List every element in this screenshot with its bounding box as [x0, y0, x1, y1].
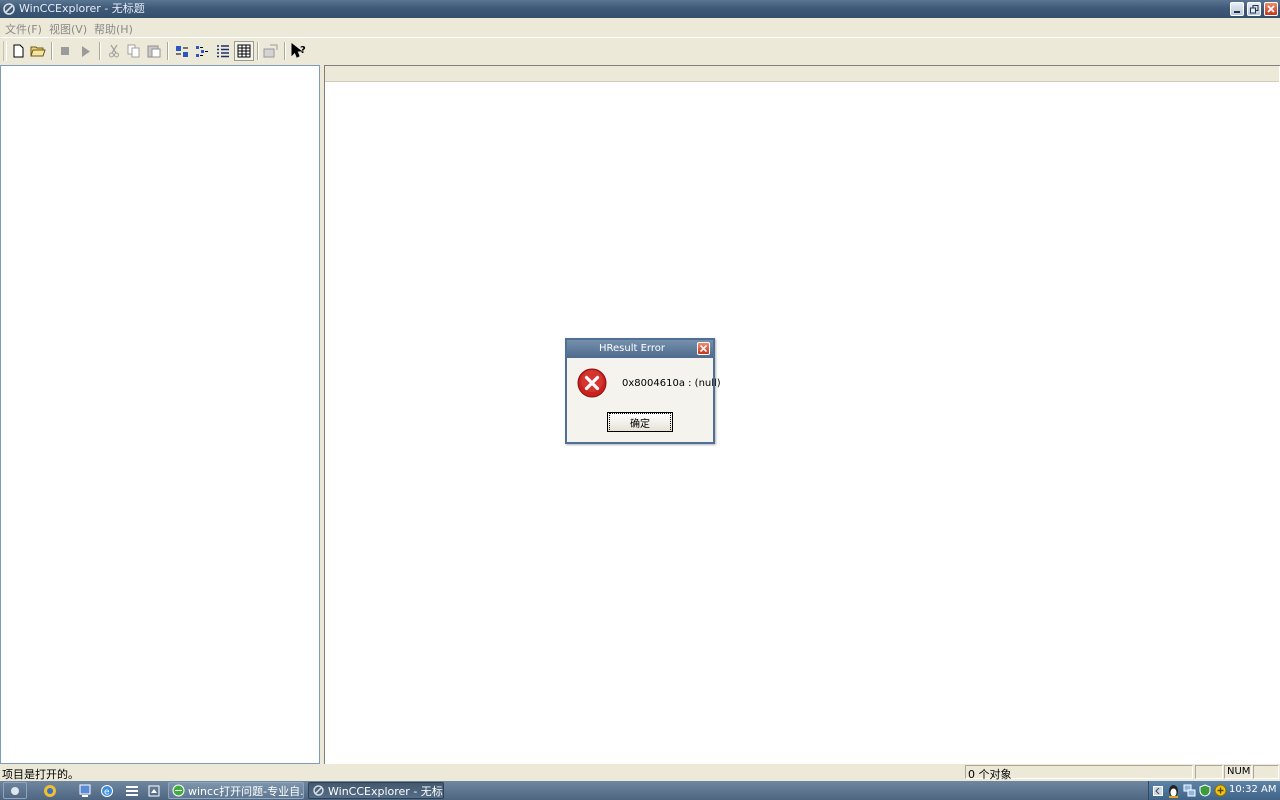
context-help-button[interactable]: ?	[289, 41, 309, 61]
toolbar-separator	[51, 42, 52, 60]
copy-icon	[127, 44, 140, 58]
menu-help[interactable]: 帮助(H)	[94, 21, 133, 37]
list-view-button[interactable]	[213, 41, 233, 61]
taskbar-item-wincc[interactable]: WinCCExplorer - 无标题	[308, 782, 444, 799]
start-icon	[11, 786, 19, 795]
object-count: 0 个对象	[968, 768, 1012, 781]
chevron-left-icon	[1153, 785, 1163, 796]
ok-button[interactable]: 确定	[607, 412, 673, 432]
stop-button[interactable]	[55, 41, 75, 61]
large-icons-icon	[176, 46, 188, 57]
clock[interactable]: 10:32 AM	[1229, 784, 1276, 795]
taskbar-item-browser[interactable]: wincc打开问题-专业自...	[168, 782, 304, 799]
show-desktop-button[interactable]	[146, 782, 162, 799]
toolbar-separator	[99, 42, 100, 60]
num-lock-indicator: NUM	[1227, 766, 1251, 777]
update-icon	[1214, 784, 1227, 797]
shield-icon	[1199, 784, 1211, 797]
new-file-button[interactable]	[8, 41, 28, 61]
quicklaunch-qq-button[interactable]	[40, 782, 60, 799]
toolbar-separator	[167, 42, 168, 60]
object-count-panel: 0 个对象	[965, 765, 1193, 781]
small-icons-icon	[196, 46, 208, 57]
open-button[interactable]	[28, 41, 48, 61]
minimize-icon	[1234, 11, 1240, 13]
ok-button-label: 确定	[609, 412, 671, 432]
dialog-close-button[interactable]	[697, 342, 710, 355]
details-view-icon	[237, 44, 251, 58]
ie-icon: e	[101, 784, 113, 797]
run-icon	[82, 45, 90, 57]
dialog-title: HResult Error	[599, 343, 665, 354]
taskbar: e wincc打开问题-专业自... WinCCExplorer - 无标题 1…	[0, 781, 1280, 800]
close-icon	[1267, 5, 1275, 13]
close-window-button[interactable]	[1264, 2, 1278, 16]
taskbar-item-label: WinCCExplorer - 无标题	[328, 784, 444, 798]
tray-update-button[interactable]	[1213, 782, 1228, 799]
properties-button[interactable]	[261, 41, 281, 61]
paste-icon	[147, 45, 161, 58]
status-panel-empty	[1253, 765, 1279, 779]
network-icon	[1183, 784, 1195, 797]
restore-icon	[1249, 4, 1258, 13]
toolbar-separator	[257, 42, 258, 60]
svg-text:e: e	[104, 787, 110, 797]
run-button[interactable]	[76, 41, 96, 61]
menu-view[interactable]: 视图(V)	[49, 21, 87, 37]
cut-icon	[109, 44, 119, 58]
navigation-tree-pane[interactable]	[0, 65, 320, 764]
explorer-icon	[126, 785, 138, 796]
toolbar: ?	[0, 37, 1280, 65]
toolbar-grip[interactable]	[3, 41, 7, 61]
small-icons-button[interactable]	[192, 41, 212, 61]
quicklaunch-desktop-button[interactable]	[76, 782, 94, 799]
wincc-app-icon[interactable]	[2, 2, 16, 16]
error-icon	[577, 368, 607, 398]
status-message: 项目是打开的。	[2, 768, 79, 781]
tray-network-button[interactable]	[1182, 782, 1196, 799]
dialog-title-bar[interactable]: HResult Error	[567, 340, 713, 358]
wincc-app-icon	[313, 785, 324, 796]
qq-icon	[44, 784, 56, 797]
start-button[interactable]	[3, 782, 27, 799]
quicklaunch-explorer-button[interactable]	[123, 782, 141, 799]
svg-text:?: ?	[300, 45, 306, 56]
toolbar-separator	[284, 42, 285, 60]
cut-button[interactable]	[104, 41, 124, 61]
window-title: WinCCExplorer - 无标题	[19, 2, 145, 15]
copy-button[interactable]	[124, 41, 144, 61]
open-folder-icon	[30, 46, 46, 57]
list-column-header[interactable]	[325, 66, 1279, 82]
show-desktop-icon	[148, 785, 160, 796]
taskbar-item-label: wincc打开问题-专业自...	[188, 784, 304, 798]
large-icons-button[interactable]	[172, 41, 192, 61]
stop-icon	[61, 47, 69, 55]
properties-icon	[263, 44, 278, 58]
num-lock-panel: NUM	[1224, 765, 1252, 779]
new-file-icon	[13, 44, 24, 58]
content-list-pane[interactable]	[324, 65, 1280, 764]
browser-icon	[172, 784, 185, 797]
tray-expand-button[interactable]	[1152, 782, 1164, 799]
restore-button[interactable]	[1247, 2, 1261, 16]
menu-file[interactable]: 文件(F)	[5, 21, 42, 37]
paste-button[interactable]	[144, 41, 164, 61]
list-view-icon	[217, 45, 229, 58]
quicklaunch-ie-button[interactable]: e	[98, 782, 116, 799]
status-panel-empty	[1195, 765, 1223, 779]
desktop-icon	[79, 784, 91, 797]
tray-qq-icon-button[interactable]	[1166, 782, 1180, 799]
close-icon	[700, 345, 707, 352]
status-bar: 项目是打开的。 0 个对象 NUM	[0, 764, 1280, 781]
qq-penguin-icon	[1168, 784, 1178, 798]
hresult-error-dialog: HResult Error 0x8004610a : (null) 确定	[565, 338, 721, 444]
tray-security-button[interactable]	[1198, 782, 1212, 799]
help-icon: ?	[291, 43, 306, 58]
details-view-button[interactable]	[234, 41, 254, 61]
menu-bar: 文件(F) 视图(V) 帮助(H)	[0, 18, 1280, 37]
minimize-button[interactable]	[1230, 2, 1244, 16]
dialog-body: 0x8004610a : (null) 确定	[567, 358, 721, 442]
title-bar: WinCCExplorer - 无标题	[0, 0, 1280, 18]
error-message: 0x8004610a : (null)	[622, 378, 721, 389]
